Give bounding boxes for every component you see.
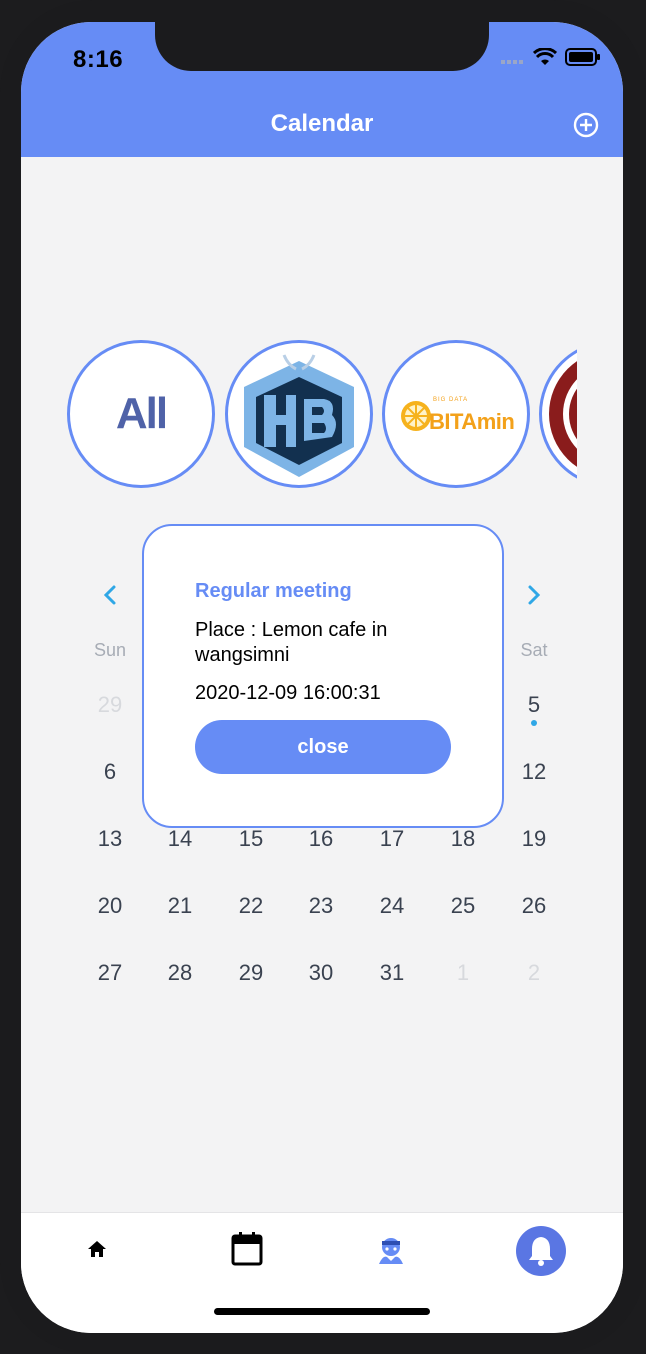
calendar-day[interactable]: 20	[80, 893, 140, 919]
add-event-button[interactable]	[573, 112, 599, 138]
calendar-day[interactable]: 30	[291, 960, 351, 986]
chevron-right-icon	[528, 585, 541, 605]
calendar-day[interactable]: 17	[362, 826, 422, 852]
battery-icon	[565, 48, 601, 71]
club-sunday[interactable]	[539, 340, 577, 488]
calendar-day[interactable]: 26	[504, 893, 564, 919]
calendar-day[interactable]: 23	[291, 893, 351, 919]
next-month-button[interactable]	[523, 584, 545, 606]
calendar-day[interactable]: 29	[80, 692, 140, 718]
calendar-day[interactable]: 5	[504, 692, 564, 718]
calendar-day[interactable]: 6	[80, 759, 140, 785]
club-all[interactable]: All	[67, 340, 215, 488]
bitamin-wordmark: BITAmin	[429, 409, 515, 434]
calendar-day[interactable]: 25	[433, 893, 493, 919]
bell-icon	[516, 1226, 566, 1276]
status-time: 8:16	[73, 46, 124, 73]
notch	[155, 22, 489, 71]
calendar-day[interactable]: 16	[291, 826, 351, 852]
plus-circle-icon	[573, 112, 599, 138]
wifi-icon	[532, 47, 558, 71]
event-title: Regular meeting	[195, 580, 352, 602]
calendar-day[interactable]: 19	[504, 826, 564, 852]
calendar-day[interactable]: 24	[362, 893, 422, 919]
event-place: Place : Lemon cafe in wangsimni	[195, 619, 388, 666]
home-icon	[88, 1241, 106, 1257]
header-bar: 8:16 Calendar	[21, 22, 623, 157]
weekday-sun: Sun	[93, 640, 127, 660]
bitamin-subtitle: BIG DATA	[433, 397, 469, 403]
calendar-day[interactable]: 1	[433, 960, 493, 986]
home-indicator	[214, 1308, 430, 1315]
lemon-icon	[401, 401, 431, 431]
chevron-left-icon	[103, 585, 116, 605]
calendar-day[interactable]: 31	[362, 960, 422, 986]
htb-logo	[244, 354, 354, 477]
club-bitamin[interactable]: BIG DATA BITAmin	[382, 340, 530, 488]
tab-calendar[interactable]	[230, 1231, 264, 1272]
club-icon	[379, 1238, 403, 1264]
calendar-day[interactable]: 13	[80, 826, 140, 852]
tab-club[interactable]	[375, 1235, 407, 1270]
weekday-sat: Sat	[520, 640, 548, 660]
event-datetime: 2020-12-09 16:00:31	[195, 682, 381, 704]
prev-month-button[interactable]	[99, 584, 121, 606]
signal-icon	[501, 51, 525, 69]
club-all-label: All	[115, 389, 168, 438]
close-button[interactable]: close	[195, 720, 451, 774]
club-htb[interactable]	[225, 340, 373, 488]
calendar-day[interactable]: 21	[150, 893, 210, 919]
event-dot	[531, 720, 537, 726]
calendar-day[interactable]: 14	[150, 826, 210, 852]
calendar-day[interactable]: 22	[221, 893, 281, 919]
calendar-day[interactable]: 2	[504, 960, 564, 986]
calendar-day[interactable]: 12	[504, 759, 564, 785]
event-detail-modal: Regular meeting Place : Lemon cafe in wa…	[142, 524, 504, 828]
tab-notifications[interactable]	[515, 1225, 567, 1282]
screen: 8:16 Calendar All BIG DATA BITAmin Sun S…	[21, 22, 623, 1333]
calendar-icon	[231, 1232, 263, 1266]
calendar-day[interactable]: 28	[150, 960, 210, 986]
bitamin-logo: BIG DATA BITAmin	[393, 367, 519, 463]
calendar-day[interactable]: 18	[433, 826, 493, 852]
tab-home[interactable]	[85, 1237, 109, 1266]
club-filter-list: All BIG DATA BITAmin	[21, 340, 577, 490]
status-icons	[501, 47, 601, 71]
page-title: Calendar	[270, 110, 374, 137]
calendar-day[interactable]: 15	[221, 826, 281, 852]
sunday-logo	[549, 361, 577, 467]
calendar-day[interactable]: 29	[221, 960, 281, 986]
calendar-day[interactable]: 27	[80, 960, 140, 986]
